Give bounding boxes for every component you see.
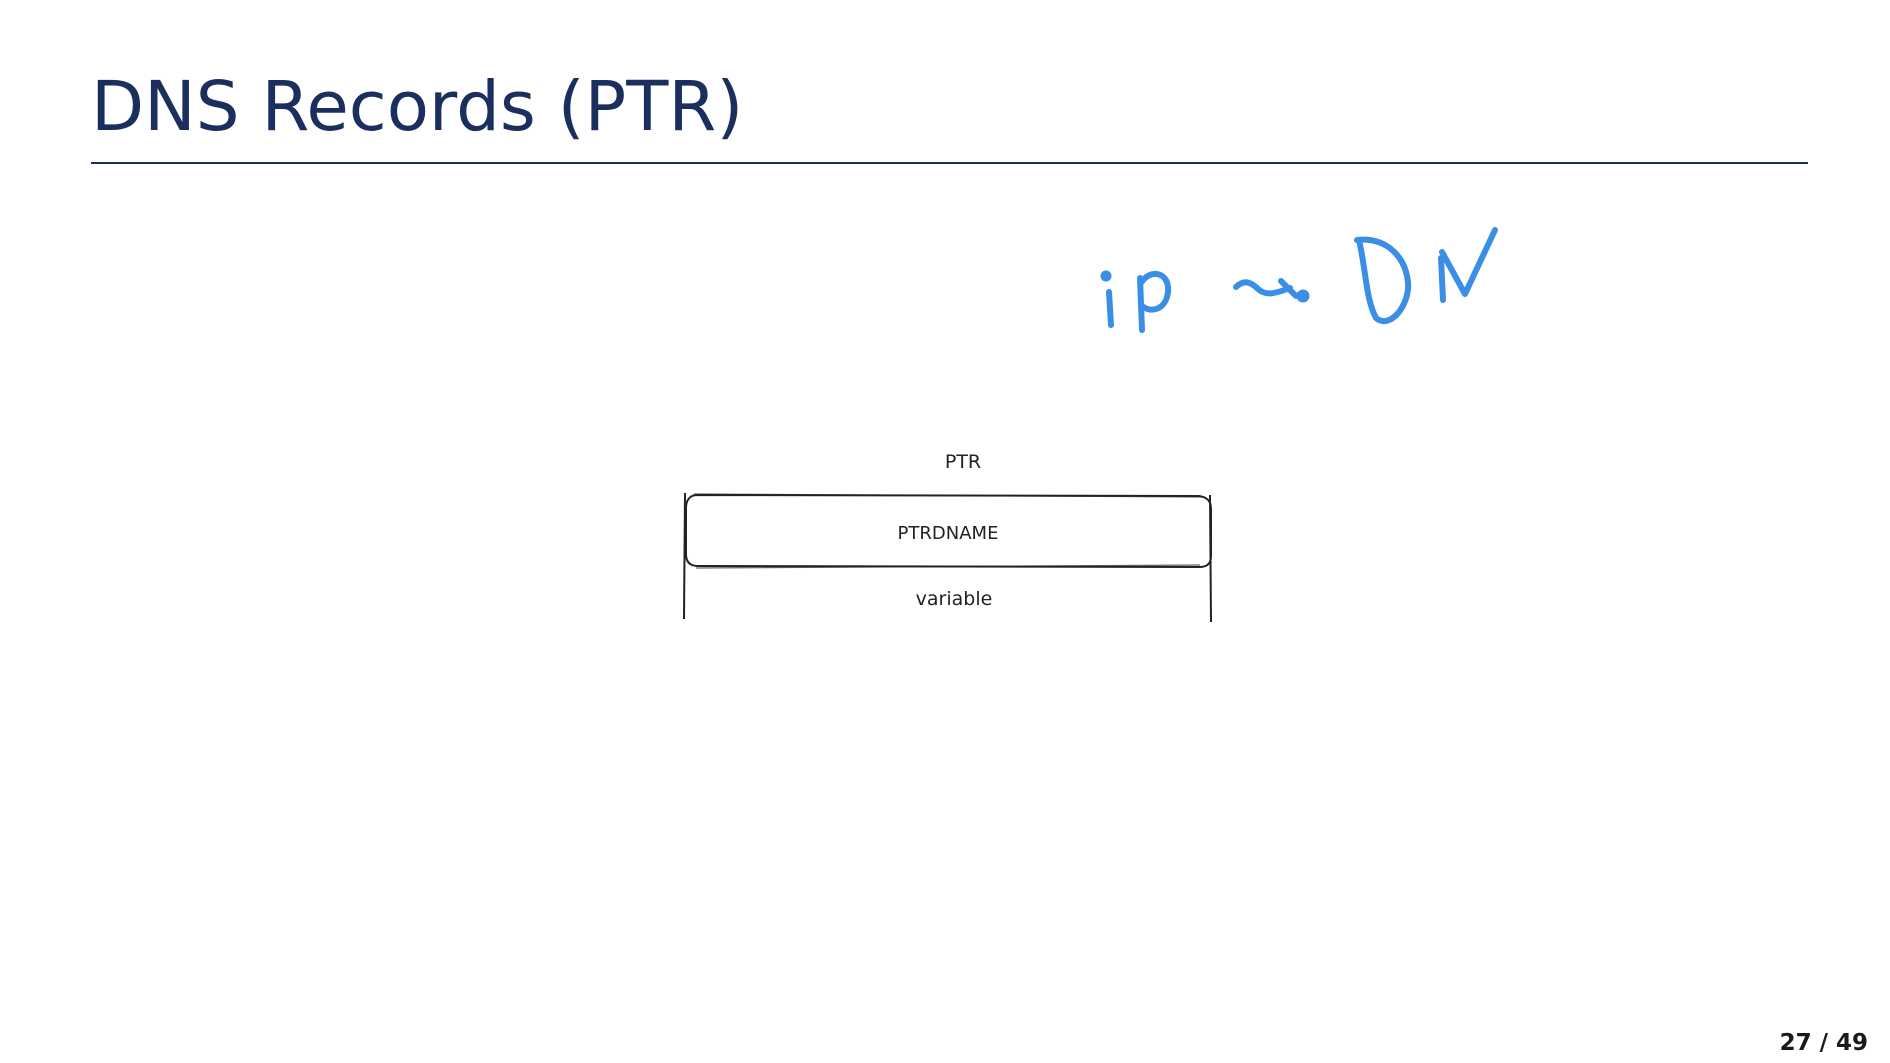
ptr-record-diagram: PTR PTRDNAME variable	[683, 451, 1212, 623]
handwriting-letter-d	[1354, 236, 1412, 324]
handwriting-letter-n	[1438, 227, 1498, 303]
handwriting-dot-i	[1100, 270, 1112, 282]
handwriting-letter-p	[1137, 270, 1172, 333]
slide-drawing: PTR PTRDNAME variable	[683, 227, 1498, 623]
field-length-label: variable	[916, 588, 993, 610]
page-number: 27 / 49	[1779, 1030, 1868, 1056]
record-type-label: PTR	[945, 451, 981, 473]
handwriting-arrow-dot	[1296, 289, 1310, 303]
field-left-boundary	[683, 492, 686, 620]
slide: DNS Records (PTR) PTR PTRDNAME variable …	[0, 0, 1890, 1063]
handwritten-annotation	[1100, 227, 1498, 333]
handwriting-letter-i	[1106, 289, 1114, 328]
field-name-label: PTRDNAME	[898, 523, 999, 544]
handwriting-arrow	[1233, 278, 1306, 299]
